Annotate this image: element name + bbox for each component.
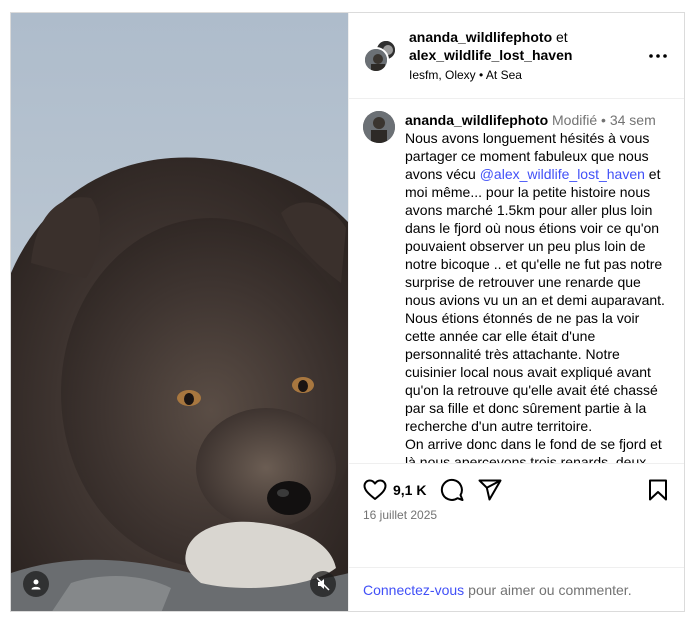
mention-link[interactable]: @alex_wildlife_lost_haven	[480, 166, 645, 182]
avatar[interactable]	[363, 111, 395, 143]
comment-username[interactable]: ananda_wildlifephoto	[405, 112, 548, 128]
location[interactable]: At Sea	[486, 68, 522, 82]
separator: •	[479, 67, 484, 82]
more-options-button[interactable]	[646, 44, 670, 68]
collab-avatars[interactable]	[363, 38, 397, 73]
heart-icon	[363, 479, 387, 500]
header-text: ananda_wildlifephoto et alex_wildlife_lo…	[409, 28, 646, 84]
separator: •	[601, 112, 606, 128]
action-bar: 9,1 K 16 juillet 2025	[349, 463, 684, 567]
save-button[interactable]	[646, 478, 670, 502]
arctic-fox-photo	[11, 13, 348, 611]
post-date[interactable]: 16 juillet 2025	[363, 508, 670, 522]
author-username[interactable]: ananda_wildlifephoto	[409, 29, 552, 45]
post-details: ananda_wildlifephoto et alex_wildlife_lo…	[348, 13, 684, 611]
like-count[interactable]: 9,1 K	[393, 482, 426, 498]
edited-label: Modifié	[552, 112, 598, 128]
user-tag-icon	[31, 579, 41, 590]
conjunction: et	[556, 28, 568, 45]
comment-time[interactable]: 34 sem	[610, 112, 656, 128]
send-icon	[478, 479, 502, 501]
audio-muted-icon	[316, 577, 330, 591]
user-tag-button[interactable]	[23, 571, 49, 597]
more-horizontal-icon	[649, 53, 667, 58]
avatar	[363, 46, 389, 73]
caption-body: ananda_wildlifephoto Modifié • 34 sem No…	[405, 111, 670, 463]
like-button[interactable]	[363, 478, 387, 502]
login-text: pour aimer ou commenter.	[468, 581, 632, 598]
post-modal: ananda_wildlifephoto et alex_wildlife_lo…	[10, 12, 685, 612]
caption-comment: ananda_wildlifephoto Modifié • 34 sem No…	[349, 99, 684, 463]
login-link[interactable]: Connectez-vous	[363, 582, 464, 598]
mute-button[interactable]	[310, 571, 336, 597]
post-header: ananda_wildlifephoto et alex_wildlife_lo…	[349, 13, 684, 99]
comment-button[interactable]	[440, 478, 464, 502]
collaborator-username[interactable]: alex_wildlife_lost_haven	[409, 47, 572, 63]
audio-credit[interactable]: Iesfm, Olexy	[409, 68, 476, 82]
comment-icon	[441, 478, 464, 501]
caption-text: Nous avons longuement hésités à vous par…	[405, 130, 665, 463]
login-prompt: Connectez-vous pour aimer ou commenter.	[349, 567, 684, 611]
post-media[interactable]	[11, 13, 348, 611]
bookmark-icon	[649, 479, 667, 501]
share-button[interactable]	[478, 478, 502, 502]
